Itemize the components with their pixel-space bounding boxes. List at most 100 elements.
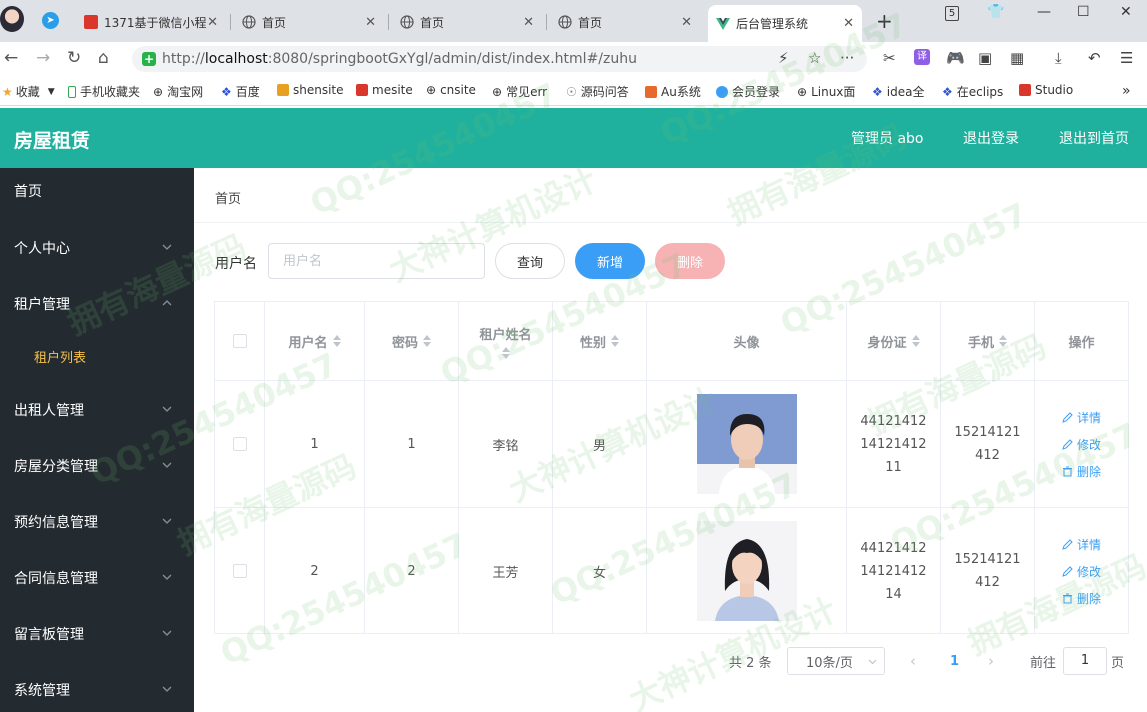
- edit-link[interactable]: 修改: [1062, 563, 1101, 580]
- tab-4[interactable]: 首页 ✕: [550, 7, 700, 37]
- batch-delete-button[interactable]: 删除: [655, 243, 725, 279]
- bookmark-linux[interactable]: ⊕ Linux面: [797, 83, 855, 100]
- main-content: 首页 用户名 查询 新增 删除 用户名 密码 租户姓名 性别 头像 身份证 手机…: [194, 168, 1147, 712]
- header-username[interactable]: 用户名: [265, 302, 365, 380]
- bookmark-taobao[interactable]: ⊕ 淘宝网: [153, 83, 203, 100]
- detail-link[interactable]: 详情: [1062, 409, 1101, 426]
- tab-close-icon[interactable]: ✕: [523, 15, 534, 30]
- undo-icon[interactable]: ↶: [1088, 49, 1101, 67]
- tab-close-icon[interactable]: ✕: [365, 15, 376, 30]
- star-icon[interactable]: ☆: [808, 49, 821, 67]
- page-size-select[interactable]: 10条/页: [787, 647, 885, 675]
- sidebar-item-house-category[interactable]: 房屋分类管理: [0, 438, 194, 494]
- sidebar-item-reservation[interactable]: 预约信息管理: [0, 494, 194, 550]
- add-button[interactable]: 新增: [575, 243, 645, 279]
- sidebar-item-contract[interactable]: 合同信息管理: [0, 550, 194, 606]
- telegram-icon[interactable]: ➤: [42, 12, 59, 29]
- header-password[interactable]: 密码: [365, 302, 459, 380]
- minimize-icon[interactable]: —: [1037, 4, 1051, 20]
- bookmark-favorites[interactable]: ★ 收藏 ▼: [2, 83, 55, 100]
- close-window-icon[interactable]: ✕: [1120, 4, 1132, 20]
- tab-close-icon[interactable]: ✕: [681, 15, 692, 30]
- extension-box-icon[interactable]: ▣: [978, 49, 992, 67]
- bookmark-baidu[interactable]: ❖ 百度: [221, 83, 260, 100]
- username-search-input[interactable]: [268, 243, 485, 279]
- row-checkbox[interactable]: [232, 437, 247, 451]
- header-gender[interactable]: 性别: [553, 302, 647, 380]
- tab-2[interactable]: 首页 ✕: [234, 7, 384, 37]
- edit-link[interactable]: 修改: [1062, 436, 1101, 453]
- forward-icon[interactable]: →: [36, 48, 50, 68]
- sidebar-item-message-board[interactable]: 留言板管理: [0, 606, 194, 662]
- back-icon[interactable]: ←: [4, 48, 18, 68]
- next-page-icon[interactable]: ›: [988, 647, 994, 675]
- select-all-checkbox[interactable]: [232, 334, 247, 348]
- sort-icon[interactable]: [999, 335, 1007, 347]
- header-phone[interactable]: 手机: [941, 302, 1035, 380]
- bookmark-studio[interactable]: Studio: [1019, 83, 1073, 97]
- lightning-icon[interactable]: ⚡: [778, 49, 789, 67]
- avatar[interactable]: [696, 521, 797, 621]
- menu-icon[interactable]: ☰: [1120, 49, 1133, 67]
- bookmarks-overflow-icon[interactable]: »: [1122, 83, 1131, 99]
- sidebar-item-landlord-mgmt[interactable]: 出租人管理: [0, 382, 194, 438]
- bookmark-qa[interactable]: ☉ 源码问答: [566, 83, 629, 100]
- tab-close-icon[interactable]: ✕: [207, 15, 218, 30]
- bookmark-au[interactable]: Au系统: [645, 83, 701, 100]
- sidebar-item-tenant-mgmt[interactable]: 租户管理: [0, 276, 194, 332]
- sidebar-item-home[interactable]: 首页: [0, 163, 194, 219]
- sidebar-item-profile[interactable]: 个人中心: [0, 220, 194, 276]
- row-checkbox[interactable]: [232, 564, 247, 578]
- bookmark-cnsite[interactable]: ⊕ cnsite: [426, 83, 476, 97]
- sidebar-item-system[interactable]: 系统管理: [0, 662, 194, 712]
- delete-link[interactable]: 删除: [1062, 463, 1101, 480]
- bookmark-err[interactable]: ⊕ 常见err: [492, 83, 547, 100]
- page-number[interactable]: 1: [950, 647, 959, 675]
- pagination-total: 共 2 条: [729, 655, 772, 671]
- breadcrumb[interactable]: 首页: [215, 188, 241, 207]
- bookmark-eclipse[interactable]: ❖ 在eclips: [942, 83, 1003, 100]
- chevron-down-icon: [162, 630, 172, 636]
- logout-link[interactable]: 退出登录: [963, 128, 1019, 148]
- globe-icon: ⊕: [153, 84, 164, 99]
- tab-count-badge[interactable]: 5: [945, 6, 959, 21]
- sort-icon[interactable]: [501, 346, 510, 359]
- header-id-card[interactable]: 身份证: [847, 302, 941, 380]
- tab-3[interactable]: 首页 ✕: [392, 7, 542, 37]
- delete-link[interactable]: 删除: [1062, 590, 1101, 607]
- tab-5-active[interactable]: 后台管理系统 ✕: [708, 5, 862, 42]
- shirt-icon[interactable]: 👕: [987, 4, 1004, 20]
- avatar[interactable]: [696, 394, 797, 494]
- reload-icon[interactable]: ↻: [67, 48, 81, 68]
- new-tab-button[interactable]: +: [876, 9, 893, 33]
- sort-icon[interactable]: [423, 335, 431, 347]
- query-button[interactable]: 查询: [495, 243, 565, 279]
- maximize-icon[interactable]: ☐: [1077, 4, 1090, 20]
- bookmark-mesite[interactable]: mesite: [356, 83, 413, 97]
- detail-link[interactable]: 详情: [1062, 536, 1101, 553]
- home-icon[interactable]: ⌂: [98, 48, 109, 68]
- bookmark-idea[interactable]: ❖ idea全: [872, 83, 924, 100]
- bookmark-mobile[interactable]: 手机收藏夹: [68, 83, 140, 100]
- sort-icon[interactable]: [332, 335, 341, 347]
- tab-1[interactable]: 1371基于微信小程 ✕: [76, 7, 226, 37]
- profile-avatar[interactable]: [0, 6, 24, 32]
- header-tenant-name[interactable]: 租户姓名: [459, 302, 553, 380]
- sort-icon[interactable]: [911, 335, 920, 347]
- translate-icon[interactable]: 译: [914, 49, 930, 65]
- exit-to-home-link[interactable]: 退出到首页: [1059, 128, 1129, 148]
- download-icon[interactable]: ⤓: [1055, 49, 1062, 67]
- sidebar-subitem-tenant-list[interactable]: 租户列表: [0, 331, 194, 381]
- scissors-icon[interactable]: ✂: [883, 49, 896, 67]
- bookmark-shensite[interactable]: shensite: [277, 83, 344, 97]
- apps-grid-icon[interactable]: ▦: [1010, 49, 1024, 67]
- sort-icon[interactable]: [611, 335, 619, 347]
- game-controller-icon[interactable]: 🎮: [946, 49, 965, 67]
- more-icon[interactable]: ···: [840, 49, 854, 67]
- goto-page-input[interactable]: 1: [1063, 647, 1107, 675]
- url-field[interactable]: + http://localhost:8080/springbootGxYgl/…: [132, 46, 867, 72]
- prev-page-icon[interactable]: ‹: [910, 647, 916, 675]
- bookmark-member[interactable]: 会员登录: [716, 83, 780, 100]
- tab-close-icon[interactable]: ✕: [843, 16, 854, 31]
- admin-name[interactable]: 管理员 abo: [851, 128, 923, 148]
